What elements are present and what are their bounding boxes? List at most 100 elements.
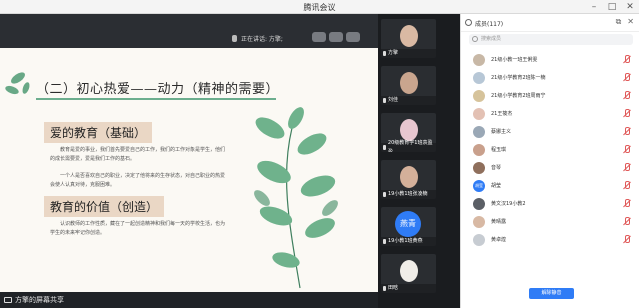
title-bar: 腾讯会议 – □ ✕ [0, 0, 639, 14]
mic-muted-icon[interactable] [623, 235, 630, 244]
video-tile[interactable]: 燕青 19小教1班黄燕 [381, 207, 436, 246]
avatar [473, 162, 485, 174]
avatar [473, 90, 485, 102]
member-name: 音琴 [491, 165, 502, 171]
members-title: 成员(117) [475, 21, 504, 28]
list-item[interactable]: 21级小学教育2班周雨宁 [461, 87, 639, 105]
mic-icon [383, 51, 386, 56]
list-item[interactable]: 黄晴露 [461, 213, 639, 231]
members-panel: 成员(117) ⧉ ✕ 搜索成员 21级小教一班王俐雯 21级小学教育2班陈一楠… [460, 14, 639, 308]
participant-avatar: 燕青 [395, 211, 421, 237]
list-item[interactable]: 蔡娜主义 [461, 123, 639, 141]
section-heading-1: 爱的教育（基础） [44, 122, 153, 143]
mic-muted-icon[interactable] [623, 127, 630, 136]
member-name: 蔡娜主义 [491, 129, 512, 135]
section2-paragraph: 认识教师的工作性质，藏在了一起创造精神和我们每一天的学校生活，也为学生的未来牢记… [50, 221, 226, 236]
section-heading-2: 教育的价值（创造） [44, 196, 165, 217]
mic-icon [232, 35, 237, 42]
title-underline [36, 98, 276, 100]
video-thumbnails: 方擎 刘佳 20级教育学1班袁盈盈 19小教1班张凌楠 燕青 19小教1班黄燕 … [378, 14, 460, 308]
participant-video [400, 260, 418, 282]
mic-icon [383, 145, 386, 150]
mic-icon [383, 239, 386, 244]
mic-muted-icon[interactable] [623, 145, 630, 154]
window-controls: – □ ✕ [589, 1, 635, 13]
avatar [473, 216, 485, 228]
list-item[interactable]: 胡莹 胡莹 [461, 177, 639, 195]
member-name: 黄晴露 [491, 219, 507, 225]
list-item[interactable]: 音琴 [461, 159, 639, 177]
maximize-icon[interactable]: □ [607, 1, 617, 13]
video-tile[interactable]: 田晗 [381, 254, 436, 293]
avatar [473, 126, 485, 138]
share-controls [312, 32, 360, 42]
list-item[interactable]: 黄文汉19小教2 [461, 195, 639, 213]
minimize-icon[interactable]: – [589, 1, 599, 13]
list-item[interactable]: 黄卓煌 [461, 231, 639, 249]
member-list: 21级小教一班王俐雯 21级小学教育2班陈一楠 21级小学教育2班周雨宁 21王… [461, 51, 639, 249]
participant-video [400, 25, 418, 47]
mic-muted-icon[interactable] [623, 55, 630, 64]
list-item[interactable]: 21级小学教育2班陈一楠 [461, 69, 639, 87]
speaking-label: 正在讲话: 方擎; [241, 36, 283, 43]
video-tile[interactable]: 刘佳 [381, 66, 436, 105]
avatar: 胡莹 [473, 180, 485, 192]
member-name: 胡莹 [491, 183, 502, 189]
participant-video [400, 166, 418, 188]
member-name: 21王筱杰 [491, 111, 513, 117]
presentation-slide: （二）初心热爱——动力（精神的需要） 爱的教育（基础） 教育是爱的事业，我们首先… [0, 48, 378, 292]
mic-icon [383, 286, 386, 291]
speaking-bar: 正在讲话: 方擎; [0, 14, 378, 48]
member-name: 21级小学教育2班周雨宁 [491, 93, 546, 99]
close-icon[interactable]: ✕ [627, 17, 634, 27]
share-control-1[interactable] [312, 32, 326, 42]
list-item[interactable]: 程玉琪 [461, 141, 639, 159]
list-item[interactable]: 21级小教一班王俐雯 [461, 51, 639, 69]
close-icon[interactable]: ✕ [625, 1, 635, 13]
share-control-3[interactable] [346, 32, 360, 42]
video-tile-caption: 田晗 [381, 284, 436, 293]
list-item[interactable]: 21王筱杰 [461, 105, 639, 123]
search-icon [472, 36, 478, 42]
video-tile[interactable]: 20级教育学1班袁盈盈 [381, 113, 436, 152]
share-owner-label: 方擎的屏幕共享 [15, 296, 64, 304]
avatar [473, 144, 485, 156]
video-tile-caption: 19小教1班黄燕 [381, 237, 436, 246]
members-panel-controls: ⧉ ✕ [616, 17, 634, 27]
share-owner: 方擎的屏幕共享 [4, 295, 64, 305]
unmute-all-button[interactable]: 解除静音 [529, 288, 574, 299]
video-tile-caption: 方擎 [381, 49, 436, 58]
video-tile-name: 田晗 [388, 285, 399, 291]
video-tile-name: 19小教1班张凌楠 [388, 191, 428, 197]
avatar [473, 108, 485, 120]
avatar [473, 234, 485, 246]
mic-icon [383, 98, 386, 103]
window-title: 腾讯会议 [303, 3, 336, 12]
share-control-2[interactable] [329, 32, 343, 42]
member-name: 21级小教一班王俐雯 [491, 57, 538, 63]
section1-paragraph-2: 一个人是否喜欢自己的职业，决定了他将来的生存状态，对自己职业的热爱会使人认真对待… [50, 173, 226, 188]
video-tile-name: 19小教1班黄燕 [388, 238, 423, 244]
slide-title: （二）初心热爱——动力（精神的需要） [36, 82, 280, 97]
member-name: 黄文汉19小教2 [491, 201, 526, 207]
mic-muted-icon[interactable] [623, 109, 630, 118]
mic-muted-icon[interactable] [623, 217, 630, 226]
popout-icon[interactable]: ⧉ [616, 17, 622, 27]
video-tile[interactable]: 19小教1班张凌楠 [381, 160, 436, 199]
mic-muted-icon[interactable] [623, 199, 630, 208]
member-search-input[interactable]: 搜索成员 [469, 34, 633, 45]
mic-muted-icon[interactable] [623, 73, 630, 82]
mic-muted-icon[interactable] [623, 181, 630, 190]
member-name: 21级小学教育2班陈一楠 [491, 75, 546, 81]
screen-share-area: 正在讲话: 方擎; （二）初心热爱——动力（精神的需要） 爱的教育（基础） 教育… [0, 14, 378, 308]
video-tile[interactable]: 方擎 [381, 19, 436, 58]
video-tile-name: 20级教育学1班袁盈盈 [387, 139, 433, 153]
members-header: 成员(117) ⧉ ✕ [461, 14, 639, 32]
video-tile-name: 方擎 [388, 50, 399, 56]
mic-muted-icon[interactable] [623, 91, 630, 100]
search-placeholder: 搜索成员 [481, 36, 502, 42]
screen-share-icon [4, 297, 12, 303]
mic-muted-icon[interactable] [623, 163, 630, 172]
video-tile-caption: 20级教育学1班袁盈盈 [381, 140, 436, 152]
participant-video [400, 72, 418, 94]
